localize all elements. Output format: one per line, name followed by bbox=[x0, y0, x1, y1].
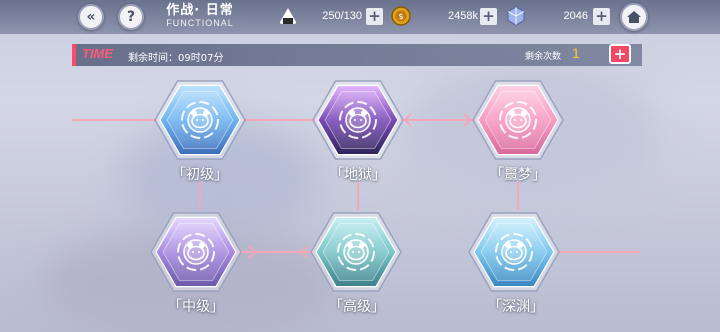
level-label-advanced: 「高级」 bbox=[329, 299, 385, 315]
level-node-intermediate[interactable] bbox=[150, 212, 242, 292]
level-node-hell[interactable] bbox=[312, 80, 404, 160]
level-label-nightmare: 「噩梦」 bbox=[490, 167, 546, 183]
level-label-intermediate: 「中级」 bbox=[168, 299, 224, 315]
level-node-advanced[interactable] bbox=[310, 212, 402, 292]
level-label-beginner: 「初级」 bbox=[172, 167, 228, 183]
level-node-nightmare[interactable] bbox=[472, 80, 564, 160]
level-label-hell: 「地狱」 bbox=[330, 167, 386, 183]
level-node-abyss[interactable] bbox=[468, 212, 560, 292]
level-node-beginner[interactable] bbox=[154, 80, 246, 160]
level-label-abyss: 「深渊」 bbox=[488, 299, 544, 315]
